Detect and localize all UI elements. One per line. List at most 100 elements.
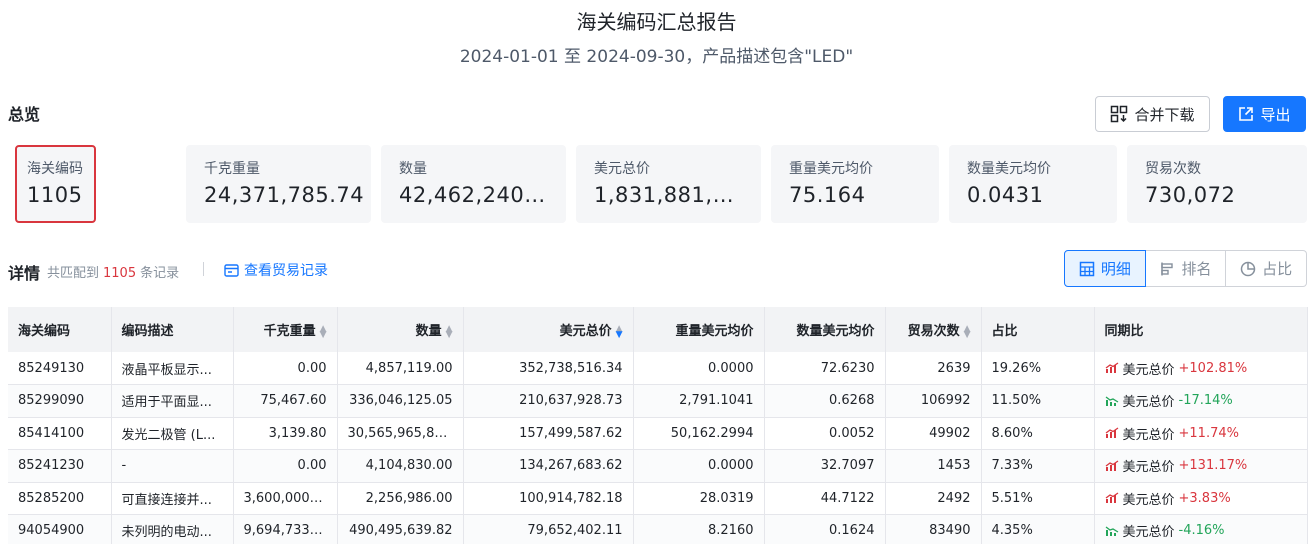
cell-hs-code: 85241230: [8, 449, 112, 483]
cell-kg-weight: 0.00: [233, 449, 338, 483]
yoy-label: 美元总价: [1122, 362, 1175, 378]
cell-share: 4.35%: [981, 514, 1095, 544]
tab-detail[interactable]: 明细: [1064, 250, 1146, 287]
cell-kg-weight: 75,467.60: [233, 384, 338, 418]
cell-kg-weight: 0.00: [233, 352, 338, 385]
cell-quantity: 336,046,125.05: [337, 384, 464, 418]
cell-description: 发光二极管 (L...: [111, 417, 234, 450]
cell-usd-total: 134,267,683.62: [463, 449, 634, 483]
stat-card-trade-count: 贸易次数 730,072: [1127, 145, 1307, 223]
stat-card-value: 24,371,785.74: [204, 183, 365, 207]
stat-card-value: 42,462,240,...: [399, 183, 549, 207]
cell-usd-total: 79,652,402.11: [463, 514, 634, 544]
pie-icon: [1240, 261, 1256, 276]
overview-heading: 总览: [8, 105, 41, 124]
merge-download-label: 合并下载: [1134, 105, 1195, 124]
cell-weight-usd-avg: 0.0000: [633, 449, 765, 483]
col-header-trade-count[interactable]: 贸易次数 ▲ ▼: [885, 307, 982, 352]
cell-description: 液晶平板显示...: [111, 352, 234, 385]
cell-weight-usd-avg: 50,162.2994: [633, 417, 765, 450]
page-title: 海关编码汇总报告: [576, 10, 737, 34]
cell-yoy: 美元总价 +3.83%: [1094, 482, 1308, 515]
yoy-label: 美元总价: [1122, 395, 1175, 411]
col-header-kg-weight[interactable]: 千克重量 ▲ ▼: [233, 307, 338, 352]
table-row[interactable]: 85285200 可直接连接并... 3,600,000.00 2,256,986.0…: [8, 482, 1308, 515]
cell-trade-count: 106992: [885, 384, 982, 418]
match-prefix: 共匹配到: [47, 266, 100, 281]
yoy-label: 美元总价: [1122, 492, 1175, 508]
stat-card-weight-usd-avg: 重量美元均价 75.164: [771, 145, 939, 223]
tab-ranking-label: 排名: [1181, 260, 1212, 278]
stat-card-qty-usd-avg: 数量美元均价 0.0431: [949, 145, 1117, 223]
cell-hs-code: 85285200: [8, 482, 112, 515]
stat-card-label: 重量美元均价: [789, 161, 873, 177]
col-header-quantity[interactable]: 数量 ▲ ▼: [337, 307, 464, 352]
cell-weight-usd-avg: 0.0000: [633, 352, 765, 385]
sort-icon[interactable]: ▲ ▼: [964, 324, 971, 339]
cell-usd-total: 100,914,782.18: [463, 482, 634, 515]
stat-card-value: 75.164: [789, 183, 866, 207]
cell-qty-usd-avg: 0.6268: [764, 384, 886, 418]
yoy-label: 美元总价: [1122, 427, 1175, 443]
cell-quantity: 4,857,119.00: [337, 352, 464, 385]
table-row[interactable]: 85241230-0.00 4,104,830.00 134,267,683.62 0…: [8, 449, 1308, 483]
export-icon: [1239, 107, 1254, 121]
merge-download-button[interactable]: 合并下载: [1095, 96, 1210, 132]
page-subtitle: 2024-01-01 至 2024-09-30，产品描述包含"LED": [459, 47, 854, 67]
table-row[interactable]: 85414100 发光二极管 (L... 3,139.80 30,565,965,80…: [8, 417, 1308, 450]
yoy-value: +3.83%: [1178, 490, 1231, 506]
table-header-row: 海关编码 编码描述 千克重量 ▲ ▼ 数量 ▲ ▼ 美元总价 ▲ ▼ 重量美元均价 数量美元…: [8, 307, 1308, 352]
trend-up-icon: [1105, 362, 1118, 373]
cell-trade-count: 1453: [885, 449, 982, 483]
stat-card-label: 海关编码: [27, 161, 83, 177]
cell-weight-usd-avg: 2,791.1041: [633, 384, 765, 418]
cell-quantity: 4,104,830.00: [337, 449, 464, 483]
cell-yoy: 美元总价 +11.74%: [1094, 417, 1308, 450]
stat-card-label: 贸易次数: [1145, 161, 1201, 177]
tab-proportion[interactable]: 占比: [1226, 250, 1308, 287]
cell-yoy: 美元总价 -4.16%: [1094, 514, 1308, 544]
stat-card-value: 1,831,881,2...: [594, 183, 744, 207]
divider: [203, 262, 204, 276]
cell-usd-total: 210,637,928.73: [463, 384, 634, 418]
cell-qty-usd-avg: 44.7122: [764, 482, 886, 515]
stat-card-value: 0.0431: [967, 183, 1044, 207]
stat-card-usd-total: 美元总价 1,831,881,2...: [576, 145, 761, 223]
table-row[interactable]: 85249130 液晶平板显示... 0.00 4,857,119.00 352,738…: [8, 352, 1308, 385]
stat-card-label: 千克重量: [204, 161, 260, 177]
stat-card-label: 数量美元均价: [967, 161, 1051, 177]
table-row[interactable]: 94054900 未列明的电动... 9,694,733.96 490,495,639…: [8, 514, 1308, 544]
sort-icon[interactable]: ▲ ▼: [320, 324, 327, 339]
cell-kg-weight: 9,694,733.96: [233, 514, 338, 544]
cell-trade-count: 2639: [885, 352, 982, 385]
merge-download-icon: [1111, 105, 1128, 123]
cell-yoy: 美元总价 -17.14%: [1094, 384, 1308, 418]
cell-usd-total: 352,738,516.34: [463, 352, 634, 385]
cell-hs-code: 85249130: [8, 352, 112, 385]
trend-down-icon: [1105, 526, 1118, 536]
cell-quantity: 490,495,639.82: [337, 514, 464, 544]
cell-qty-usd-avg: 0.0052: [764, 417, 886, 450]
cell-hs-code: 94054900: [8, 514, 112, 544]
sort-icon[interactable]: ▲ ▼: [616, 324, 623, 339]
col-header-usd-total[interactable]: 美元总价 ▲ ▼: [463, 307, 634, 352]
ranking-icon: [1160, 262, 1173, 275]
cell-share: 19.26%: [981, 352, 1095, 385]
cell-weight-usd-avg: 8.2160: [633, 514, 765, 544]
cell-description: 适用于平面显...: [111, 384, 234, 418]
cell-trade-count: 2492: [885, 482, 982, 515]
export-button[interactable]: 导出: [1223, 96, 1306, 132]
cell-usd-total: 157,499,587.62: [463, 417, 634, 450]
cell-yoy: 美元总价 +102.81%: [1094, 352, 1308, 385]
stat-card-hs-code: 海关编码 1105: [15, 145, 96, 223]
table-row[interactable]: 85299090 适用于平面显... 75,467.60 336,046,125.05…: [8, 384, 1308, 418]
cell-share: 7.33%: [981, 449, 1095, 483]
view-trade-records-link[interactable]: 查看贸易记录: [224, 260, 328, 280]
stat-card-quantity: 数量 42,462,240,...: [381, 145, 566, 223]
trend-up-icon: [1105, 492, 1118, 504]
tab-ranking[interactable]: 排名: [1145, 250, 1227, 287]
trend-down-icon: [1105, 396, 1118, 406]
sort-icon[interactable]: ▲ ▼: [446, 324, 453, 339]
details-heading: 详情: [8, 264, 41, 283]
cell-quantity: 2,256,986.00: [337, 482, 464, 515]
